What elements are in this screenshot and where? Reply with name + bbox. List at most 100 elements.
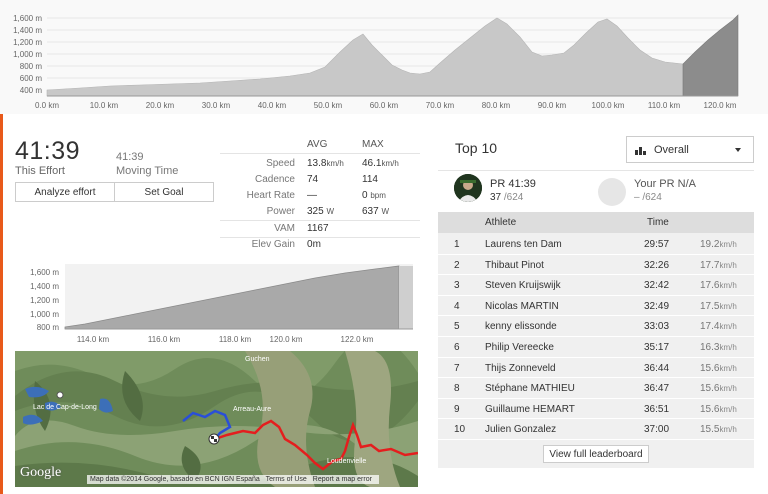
x-tick: 80.0 km — [482, 101, 511, 110]
athlete-name-link[interactable]: Steven Kruijswijk — [485, 280, 561, 291]
avatar[interactable] — [454, 174, 482, 202]
leaderboard-table: Athlete Time 1 Laurens ten Dam 29:57 19.2km… — [438, 212, 754, 468]
stat-label: Heart Rate — [246, 190, 295, 201]
segment-elevation-profile[interactable]: 1,600 m 1,400 m 1,200 m 1,000 m 800 m 11… — [15, 258, 418, 348]
rank-cell: 8 — [454, 383, 460, 395]
dropdown-selected-value: Overall — [654, 143, 689, 156]
max-header: MAX — [362, 139, 384, 150]
y-tick: 1,200 m — [13, 38, 42, 47]
time-cell: 36:47 — [644, 383, 670, 395]
stats-divider — [220, 153, 420, 154]
y-tick: 1,600 m — [30, 268, 59, 277]
athlete-name-link[interactable]: Stéphane MATHIEU — [485, 383, 575, 394]
speed-cell: 16.3km/h — [700, 342, 737, 353]
speed-cell: 17.6km/h — [700, 280, 737, 292]
stat-avg: 325 W — [307, 206, 335, 217]
x-tick: 70.0 km — [426, 101, 455, 110]
x-tick: 50.0 km — [314, 101, 343, 110]
time-cell: 36:44 — [644, 362, 670, 374]
table-row[interactable]: 7 Thijs Zonneveld 36:44 15.6km/h — [438, 358, 754, 379]
stat-row-vam: VAM 1167 — [220, 223, 420, 237]
y-tick: 800 m — [37, 323, 60, 332]
google-logo: Google — [20, 465, 62, 480]
stat-row-heart-rate: Heart Rate — 0 bpm — [220, 190, 420, 204]
stat-avg: 1167 — [307, 223, 329, 234]
speed-cell: 15.5km/h — [700, 424, 737, 436]
route-elevation-profile[interactable]: 1,600 m 1,400 m 1,200 m 1,000 m 800 m 60… — [0, 0, 768, 114]
terms-of-use-link[interactable]: Terms of Use — [266, 476, 307, 483]
athlete-name-link[interactable]: Guillaume HEMART — [485, 404, 575, 415]
set-goal-button[interactable]: Set Goal — [114, 183, 213, 201]
table-row[interactable]: 8 Stéphane MATHIEU 36:47 15.6km/h — [438, 378, 754, 399]
stat-row-elev-gain: Elev Gain 0m — [220, 239, 420, 253]
athlete-name-link[interactable]: kenny elissonde — [485, 321, 557, 332]
x-tick: 20.0 km — [146, 101, 175, 110]
time-cell: 32:49 — [644, 300, 670, 312]
x-tick: 10.0 km — [90, 101, 119, 110]
x-tick: 60.0 km — [370, 101, 399, 110]
athlete-name-link[interactable]: Philip Vereecke — [485, 342, 554, 353]
pr-value: PR 41:39 — [490, 178, 536, 190]
stats-divider — [220, 237, 420, 238]
stat-max: 637 W — [362, 206, 390, 217]
place-label: Lac de Cap-de-Long — [33, 404, 97, 411]
place-label: Guchen — [245, 356, 270, 363]
leaderboard-header: Athlete Time — [438, 212, 754, 233]
segment-end-shade — [399, 266, 413, 329]
pr-rank: 37 /624 — [490, 192, 524, 203]
leaderboard-filter-dropdown[interactable]: Overall — [626, 136, 754, 163]
table-row[interactable]: 2 Thibaut Pinot 32:26 17.7km/h — [438, 255, 754, 276]
rank-cell: 3 — [454, 280, 460, 292]
speed-cell: 15.6km/h — [700, 383, 737, 395]
athlete-name-link[interactable]: Thijs Zonneveld — [485, 363, 556, 374]
stat-label: Elev Gain — [251, 239, 295, 250]
x-tick: 90.0 km — [538, 101, 567, 110]
avg-header: AVG — [307, 139, 328, 150]
table-row[interactable]: 1 Laurens ten Dam 29:57 19.2km/h — [438, 234, 754, 255]
avatar-placeholder — [598, 178, 626, 206]
rank-cell: 6 — [454, 342, 460, 353]
speed-cell: 19.2km/h — [700, 239, 737, 250]
table-row[interactable]: 3 Steven Kruijswijk 32:42 17.6km/h — [438, 275, 754, 296]
moving-time-label: Moving Time — [116, 165, 179, 177]
athlete-name-link[interactable]: Nicolas MARTIN — [485, 301, 559, 312]
table-row[interactable]: 10 Julien Gonzalez 37:00 15.5km/h — [438, 419, 754, 440]
moving-time-value: 41:39 — [116, 151, 144, 163]
column-header-athlete: Athlete — [485, 217, 517, 228]
athlete-name-link[interactable]: Laurens ten Dam — [485, 239, 562, 250]
athlete-name-link[interactable]: Thibaut Pinot — [485, 260, 544, 271]
athlete-name-link[interactable]: Julien Gonzalez — [485, 424, 556, 435]
stat-label: Power — [266, 206, 295, 217]
speed-cell: 17.5km/h — [700, 300, 737, 312]
x-tick: 0.0 km — [35, 101, 59, 110]
table-row[interactable]: 9 Guillaume HEMART 36:51 15.6km/h — [438, 399, 754, 420]
column-header-time: Time — [647, 217, 669, 228]
x-tick: 118.0 km — [219, 335, 252, 344]
stat-avg: 0m — [307, 239, 321, 250]
place-label: Arreau-Aure — [233, 406, 271, 413]
y-tick: 1,400 m — [30, 282, 59, 291]
report-map-error-link[interactable]: Report a map error — [313, 476, 372, 483]
stat-label: VAM — [274, 223, 295, 234]
table-row[interactable]: 6 Philip Vereecke 35:17 16.3km/h — [438, 337, 754, 358]
speed-cell: 17.4km/h — [700, 321, 737, 333]
table-row[interactable]: 5 kenny elissonde 33:03 17.4km/h — [438, 316, 754, 337]
stat-max: 0 bpm — [362, 190, 386, 201]
time-cell: 36:51 — [644, 403, 670, 415]
effort-time: 41:39 — [15, 137, 81, 165]
stat-label: Speed — [266, 158, 295, 169]
rank-cell: 1 — [454, 239, 460, 250]
time-cell: 37:00 — [644, 424, 670, 436]
table-row[interactable]: 4 Nicolas MARTIN 32:49 17.5km/h — [438, 296, 754, 317]
rank-cell: 7 — [454, 362, 460, 374]
leaderboard-title: Top 10 — [455, 140, 498, 156]
view-full-leaderboard-button[interactable]: View full leaderboard — [543, 445, 649, 463]
your-pr-value: Your PR N/A — [634, 178, 696, 190]
analyze-effort-button[interactable]: Analyze effort — [16, 183, 114, 201]
x-tick: 122.0 km — [341, 335, 374, 344]
stat-row-speed: Speed 13.8km/h 46.1km/h — [220, 158, 420, 172]
segment-map[interactable]: Guchen Arreau-Aure Loudenvielle Lac de C… — [15, 351, 418, 487]
place-pin — [56, 391, 64, 399]
stats-divider — [220, 220, 420, 221]
your-pr-rank: – /624 — [634, 192, 662, 203]
